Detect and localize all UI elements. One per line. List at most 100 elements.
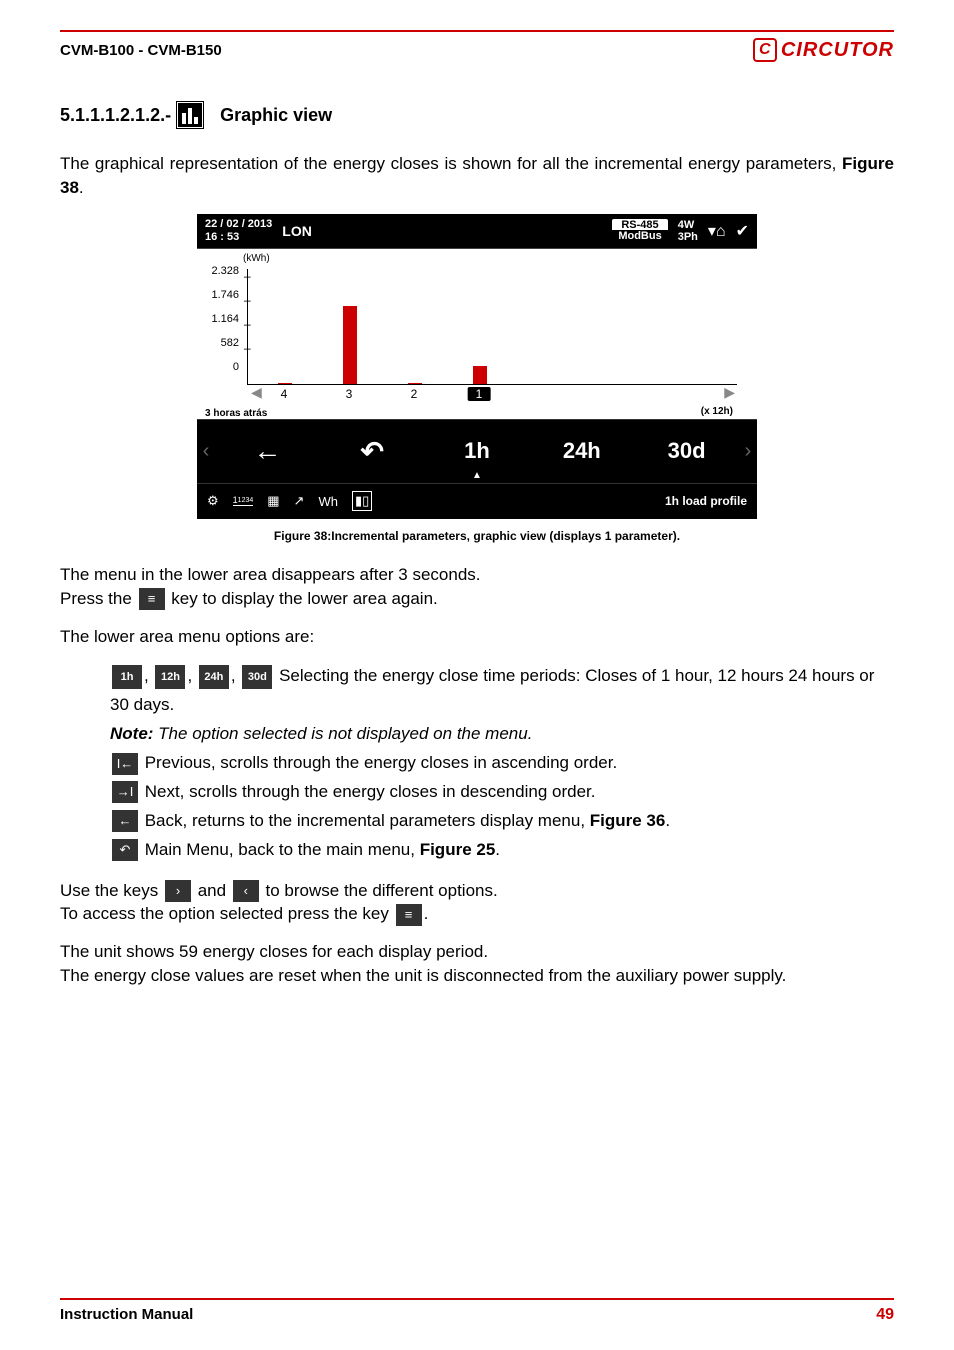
p-press-key: Press the ≡ key to display the lower are…	[60, 587, 894, 611]
counter-icon: 11234	[233, 496, 254, 506]
xtick-2: 2	[411, 387, 418, 401]
ytick-4: 2.328	[203, 265, 239, 277]
xtick-1: 1	[468, 387, 491, 401]
right-key-icon: ›	[165, 880, 191, 902]
menu-right-chevron-icon[interactable]: ›	[739, 440, 757, 463]
menu-left-chevron-icon[interactable]: ‹	[197, 440, 215, 463]
option-back-c: .	[665, 811, 670, 830]
3ph-label: 3Ph	[678, 231, 698, 243]
bar-3	[343, 306, 357, 384]
page-footer: Instruction Manual 49	[60, 1298, 894, 1324]
brand-logo: C CIRCUTOR	[753, 38, 894, 62]
p-use-keys: Use the keys › and ‹ to browse the diffe…	[60, 879, 894, 903]
bar-chart-icon	[177, 102, 203, 128]
chart-area: (kWh) 2.328 1.746 1.164 582 0 – – – – 4 …	[197, 249, 757, 419]
next-icon: →I	[112, 781, 138, 803]
p6b: .	[424, 904, 429, 923]
bar-4	[278, 383, 292, 384]
section-number: 5.1.1.1.2.1.2.-	[60, 105, 171, 126]
option-12h-icon: 12h	[155, 665, 185, 689]
option-24h-icon: 24h	[199, 665, 229, 689]
y-tick-mark: –	[244, 269, 251, 283]
trend-icon: ↗	[294, 493, 305, 509]
ytick-3: 1.746	[203, 289, 239, 301]
product-header: CVM-B100 - CVM-B150	[60, 42, 222, 59]
undo-icon: ↶	[360, 435, 383, 468]
option-note: Note: The option selected is not display…	[110, 720, 894, 749]
option-1h-icon: 1h	[112, 665, 142, 689]
back-icon: ←	[112, 810, 138, 832]
bar-2	[408, 383, 422, 384]
rs485-badge: RS-485 ModBus	[612, 219, 667, 242]
device-bottom-bar: ⚙ 11234 ▦ ↗ Wh ▮▯ 1h load profile	[197, 483, 757, 519]
grid-icon: ▦	[267, 493, 279, 509]
load-profile-label: 1h load profile	[665, 494, 747, 508]
device-lon: LON	[282, 223, 312, 239]
wh-label: Wh	[318, 494, 338, 509]
xtick-4: 4	[281, 387, 288, 401]
intro-text: The graphical representation of the ener…	[60, 154, 842, 173]
chart-x-unit: (x 12h)	[701, 406, 733, 417]
intro-paragraph: The graphical representation of the ener…	[60, 152, 894, 200]
p6a: To access the option selected press the …	[60, 904, 394, 923]
section-title-text: Graphic view	[220, 105, 332, 126]
device-status-bar: 22 / 02 / 2013 16 : 53 LON RS-485 ModBus…	[197, 214, 757, 249]
4w-label: 4W	[678, 219, 698, 231]
option-main-a: Main Menu, back to the main menu,	[140, 840, 420, 859]
option-next-text: Next, scrolls through the energy closes …	[140, 782, 595, 801]
bar-1	[473, 366, 487, 384]
ytick-1: 582	[203, 337, 239, 349]
chart-subtitle: 3 horas atrás	[205, 408, 267, 419]
chart-plot: – – – –	[247, 269, 737, 385]
menu-1h-button[interactable]: 1h	[425, 420, 530, 483]
option-back-a: Back, returns to the incremental paramet…	[140, 811, 590, 830]
intro-tail: .	[79, 178, 84, 197]
check-icon: ✔	[736, 221, 749, 241]
ytick-0: 0	[203, 361, 239, 373]
chart-right-arrow-icon: ▶	[724, 384, 735, 401]
modbus-label: ModBus	[612, 230, 667, 242]
device-date: 22 / 02 / 2013	[205, 218, 272, 231]
page-number: 49	[876, 1306, 894, 1324]
main-menu-icon: ↶	[112, 839, 138, 861]
p5a: Use the keys	[60, 881, 163, 900]
options-list: 1h, 12h, 24h, 30d Selecting the energy c…	[60, 662, 894, 864]
note-text: The option selected is not displayed on …	[153, 724, 532, 743]
menu-key-icon-2: ≡	[396, 904, 422, 926]
option-main-figref: Figure 25	[420, 840, 496, 859]
menu-main-button[interactable]: ↶	[320, 420, 425, 483]
gauge-icon: ⚙	[207, 493, 219, 509]
option-main-c: .	[495, 840, 500, 859]
y-tick-mark: –	[244, 317, 251, 331]
menu-back-button[interactable]: ←	[215, 420, 320, 483]
p-reset: The energy close values are reset when t…	[60, 964, 894, 988]
wiring-label: 4W 3Ph	[678, 219, 698, 243]
menu-key-icon: ≡	[139, 588, 165, 610]
device-time: 16 : 53	[205, 231, 272, 244]
bar-chart-small-icon: ▮▯	[352, 491, 372, 511]
previous-icon: I←	[112, 753, 138, 775]
y-tick-mark: –	[244, 341, 251, 355]
p-59-closes: The unit shows 59 energy closes for each…	[60, 940, 894, 964]
device-screenshot: 22 / 02 / 2013 16 : 53 LON RS-485 ModBus…	[197, 214, 757, 519]
arrow-left-icon: ←	[253, 435, 281, 467]
menu-24h-button[interactable]: 24h	[529, 420, 634, 483]
section-heading: 5.1.1.1.2.1.2.- Graphic view	[60, 102, 894, 128]
p3b: key to display the lower area again.	[167, 589, 438, 608]
option-prev-text: Previous, scrolls through the energy clo…	[140, 753, 617, 772]
p-access-option: To access the option selected press the …	[60, 902, 894, 926]
filter-icon: ▾⌂	[708, 221, 726, 241]
option-30d-icon: 30d	[242, 665, 272, 689]
footer-title: Instruction Manual	[60, 1306, 193, 1324]
option-back-figref: Figure 36	[590, 811, 666, 830]
brand-logo-text: CIRCUTOR	[781, 39, 894, 62]
menu-30d-button[interactable]: 30d	[634, 420, 739, 483]
chart-left-arrow-icon: ◀	[251, 384, 262, 401]
note-lead: Note:	[110, 724, 153, 743]
p-menu-disappear: The menu in the lower area disappears af…	[60, 563, 894, 587]
device-menu-row: ‹ ← ↶ 1h 24h 30d ›	[197, 419, 757, 483]
p5c: to browse the different options.	[261, 881, 498, 900]
xtick-3: 3	[346, 387, 353, 401]
figure-caption: Figure 38:Incremental parameters, graphi…	[274, 529, 680, 543]
p5b: and	[193, 881, 231, 900]
